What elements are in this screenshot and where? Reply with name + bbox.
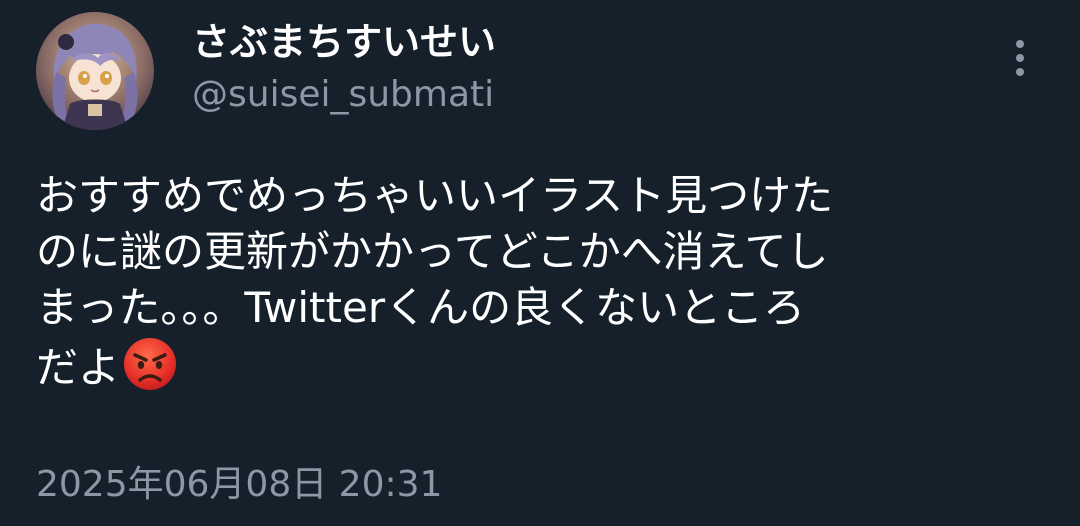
tweet-text-line: のに謎の更新がかかってどこかへ消えてし (36, 227, 829, 276)
avatar-anime-character-icon (36, 12, 154, 130)
tweet-text-line: おすすめでめっちゃいいイラスト見つけた (36, 171, 834, 220)
display-name[interactable]: さぶまちすいせい (192, 16, 496, 68)
avatar[interactable] (36, 12, 154, 130)
angry-face-emoji-icon (122, 336, 178, 392)
tweet-text-line-last: だよ (36, 336, 1046, 392)
tweet-text-segment: だよ (36, 343, 121, 392)
more-vertical-icon[interactable] (1004, 36, 1036, 80)
tweet: さぶまちすいせい @suisei_submati おすすめでめっちゃいいイラスト… (0, 0, 1080, 526)
tweet-text-line: まった。。。Twitterくんの良くないところ (36, 283, 806, 332)
tweet-text: おすすめでめっちゃいいイラスト見つけた のに謎の更新がかかってどこかへ消えてし … (36, 168, 1046, 392)
tweet-timestamp[interactable]: 2025年06月08日 20:31 (36, 462, 442, 508)
user-handle[interactable]: @suisei_submati (192, 72, 494, 118)
more-dot (1016, 68, 1024, 76)
more-dot (1016, 40, 1024, 48)
more-dot (1016, 54, 1024, 62)
